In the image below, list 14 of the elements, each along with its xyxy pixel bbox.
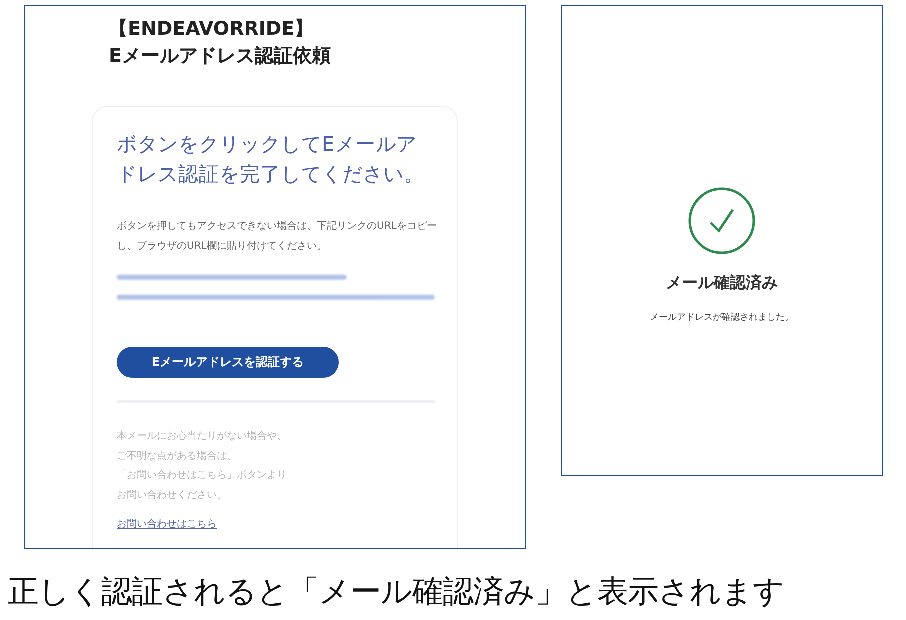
brand-title: 【ENDEAVORRIDE】 [109,17,315,42]
notice-text: ご不明な点がある場合は、 [117,450,238,464]
contact-link[interactable]: お問い合わせはこちら [117,517,217,531]
verify-email-button[interactable]: Eメールアドレスを認証する [117,347,339,378]
notice-text: 「お問い合わせはこちら」ボタンより [117,468,287,483]
notice-text: お問い合わせください。 [117,488,228,502]
card-heading: ボタンをクリックしてEメールアドレス認証を完了してください。 [117,131,426,188]
confirmed-message: メールアドレスが確認されました。 [650,312,794,324]
instruction-text: ボタンを押してもアクセスできない場合は、下記リンクのURLをコピーし、ブラウザのURL欄に貼り付けてください。 [117,220,437,254]
confirmed-title: メール確認済み [666,273,778,294]
notice-text: 本メールにお心当たりがない場合や、 [117,430,287,444]
email-subject: Eメールアドレス認証依頼 [109,44,332,69]
check-circle-icon [687,186,757,256]
caption-text: 正しく認証されると「メール確認済み」と表示されます [8,573,786,612]
